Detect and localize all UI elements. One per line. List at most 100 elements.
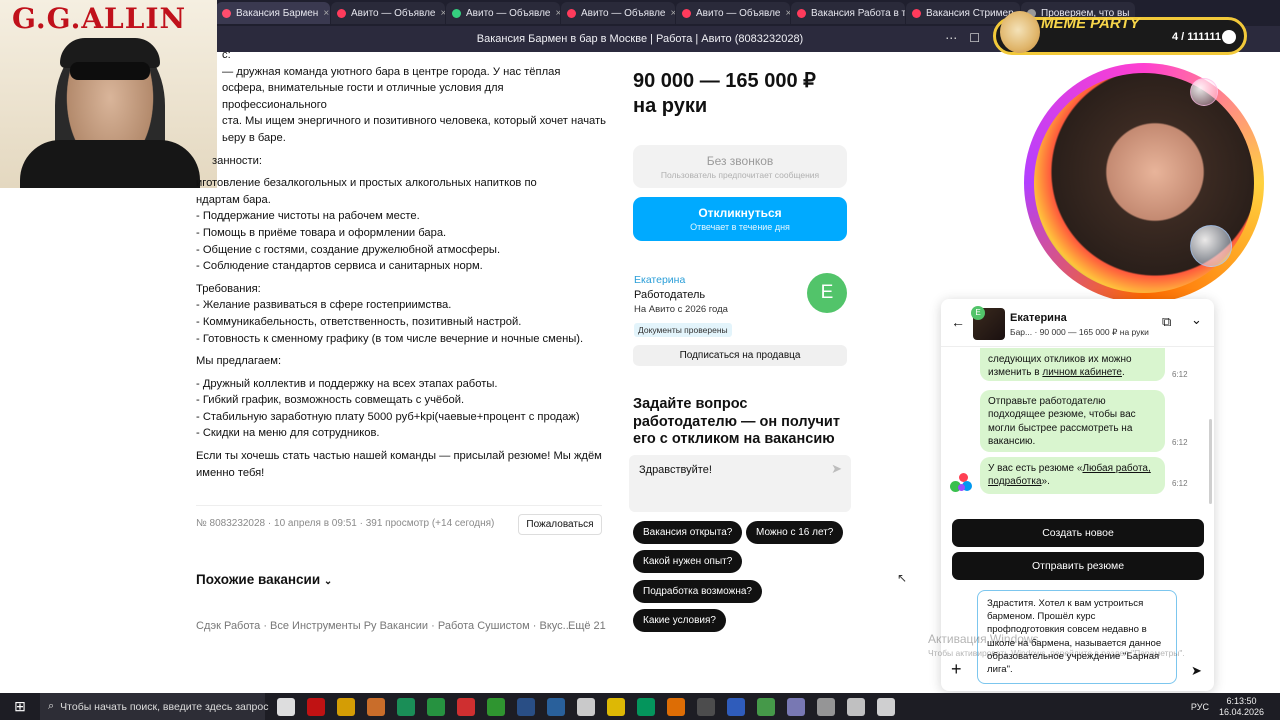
quick-question-chip[interactable]: Какие условия? — [633, 609, 726, 632]
browser-tab[interactable]: Авито — Объявле × — [446, 2, 560, 24]
browser-tab[interactable]: Вакансия Бармен × — [216, 2, 330, 24]
taskbar-app-icon[interactable] — [517, 697, 535, 716]
description-line: ста. Мы ищем энергичного и позитивного ч… — [222, 115, 606, 128]
mouse-cursor-icon: ↖ — [897, 571, 908, 585]
clock-date: 16.04.2026 — [1218, 706, 1264, 717]
duty-item: - Общение с гостями, создание дружелюбно… — [196, 243, 501, 256]
browser-tab[interactable]: Авито — Объявле × — [676, 2, 790, 24]
ask-heading-line: его с откликом на вакансию — [633, 431, 835, 448]
create-new-button[interactable]: Создать новое — [952, 519, 1204, 547]
message-line: следующих откликов их можно — [988, 354, 1132, 365]
close-icon[interactable]: × — [555, 8, 560, 19]
tab-favicon-icon — [797, 8, 806, 18]
tab-label: Вакансия Стример, — [926, 7, 1017, 19]
close-icon[interactable]: × — [670, 8, 675, 19]
more-icon[interactable]: ⋯ — [945, 31, 957, 45]
language-indicator[interactable]: РУС — [1191, 702, 1209, 712]
seller-since: На Авито с 2026 года — [634, 304, 728, 315]
more-links[interactable]: Ещё 21 — [568, 620, 606, 632]
taskbar-app-icon[interactable] — [817, 697, 835, 716]
plus-icon[interactable]: + — [951, 659, 962, 680]
taskbar-app-icon[interactable] — [277, 697, 295, 716]
system-tray: РУС 6:13:50 16.04.2026 — [1191, 696, 1280, 718]
offer-heading: Мы предлагаем: — [196, 355, 282, 368]
question-input[interactable]: Здравствуйте! ➤ — [629, 455, 851, 512]
browser-tab[interactable]: Авито — Объявле × — [331, 2, 445, 24]
bubble-decoration — [1190, 225, 1232, 267]
scrollbar[interactable] — [1209, 419, 1212, 504]
closing-line: именно тебя! — [196, 466, 265, 479]
tab-label: Вакансия Работа в т — [811, 7, 905, 19]
taskbar-search[interactable]: ⌕ Чтобы начать поиск, введите здесь запр… — [40, 693, 269, 720]
taskbar: ⊞ ⌕ Чтобы начать поиск, введите здесь за… — [0, 693, 1280, 720]
similar-vacancies-toggle[interactable]: Похожие вакансии ⌄ — [196, 572, 332, 587]
taskbar-app-icon[interactable] — [427, 697, 445, 716]
taskbar-app-icon[interactable] — [577, 697, 595, 716]
quick-question-chip[interactable]: Подработка возможна? — [633, 580, 762, 603]
avito-logo-icon — [950, 473, 972, 495]
quick-question-chip[interactable]: Вакансия открыта? — [633, 521, 743, 544]
taskbar-app-icon[interactable] — [457, 697, 475, 716]
quick-question-chip[interactable]: Какой нужен опыт? — [633, 550, 743, 573]
tab-label: Авито — Объявле — [351, 7, 436, 19]
similar-label: Похожие вакансии — [196, 572, 321, 587]
ad-meta-line: № 8083232028 · 10 апреля в 09:51 · 391 п… — [196, 518, 495, 529]
chat-subtitle: Бар... · 90 000 — 165 000 ₽ на руки — [1010, 327, 1149, 337]
respond-button[interactable]: Откликнуться Отвечает в течение дня — [633, 197, 847, 241]
taskbar-app-icon[interactable] — [307, 697, 325, 716]
requirement-item: - Желание развиваться в сфере гостеприим… — [196, 299, 452, 312]
taskbar-app-icon[interactable] — [607, 697, 625, 716]
taskbar-app-icon[interactable] — [727, 697, 745, 716]
taskbar-app-icon[interactable] — [847, 697, 865, 716]
description-line: осфера, внимательные гости и отличные ус… — [222, 82, 504, 111]
taskbar-app-icon[interactable] — [787, 697, 805, 716]
duty-item: - Помощь в приёме товара и оформлении ба… — [196, 226, 447, 239]
subscribe-button[interactable]: Подписаться на продавца — [633, 345, 847, 366]
windows-start-icon[interactable]: ⊞ — [0, 698, 40, 715]
chevron-down-icon[interactable]: ⌄ — [1191, 312, 1202, 328]
similar-links[interactable]: Сдэк Работа · Все Инструменты Ру Ваканси… — [196, 620, 572, 632]
jacket-shape — [20, 140, 200, 188]
close-icon[interactable]: × — [323, 8, 329, 19]
search-placeholder: Чтобы начать поиск, введите здесь запрос — [60, 700, 269, 713]
ask-heading-line: Задайте вопрос — [633, 396, 748, 412]
taskbar-app-icon[interactable] — [757, 697, 775, 716]
complain-button[interactable]: Пожаловаться — [518, 514, 602, 535]
taskbar-app-icon[interactable] — [667, 697, 685, 716]
description-line: — дружная команда уютного бара в центре … — [222, 65, 561, 78]
cabinet-link[interactable]: личном кабинете — [1042, 367, 1122, 378]
send-resume-button[interactable]: Отправить резюме — [952, 552, 1204, 580]
tab-favicon-icon — [222, 8, 231, 18]
description-line: с: — [222, 49, 231, 61]
search-icon: ⌕ — [48, 700, 55, 712]
browser-tab[interactable]: Авито — Объявле × — [561, 2, 675, 24]
taskbar-app-icon[interactable] — [337, 697, 355, 716]
taskbar-app-icon[interactable] — [367, 697, 385, 716]
taskbar-app-icon[interactable] — [697, 697, 715, 716]
send-icon[interactable]: ➤ — [1191, 663, 1202, 679]
offer-item: - Гибкий график, возможность совмещать с… — [196, 394, 465, 407]
browser-tab[interactable]: Вакансия Работа в т× — [791, 2, 905, 24]
close-icon[interactable]: × — [785, 8, 790, 19]
ask-heading-line: работодателю — он получит — [633, 413, 840, 430]
seller-avatar[interactable]: Е — [807, 273, 847, 313]
close-icon[interactable]: × — [440, 8, 445, 19]
taskbar-app-icon[interactable] — [487, 697, 505, 716]
open-external-icon[interactable]: ⧉ — [1162, 314, 1171, 330]
back-arrow-icon[interactable]: ← — [951, 314, 965, 330]
taskbar-app-icon[interactable] — [397, 697, 415, 716]
offer-item: - Скидки на меню для сотрудников. — [196, 427, 380, 440]
streamer-webcam — [1024, 63, 1264, 303]
taskbar-app-icon[interactable] — [637, 697, 655, 716]
quick-question-chip[interactable]: Можно с 16 лет? — [746, 521, 844, 544]
docs-badge: Документы проверены — [634, 323, 732, 337]
duty-item: - Поддержание чистоты на рабочем месте. — [196, 210, 420, 223]
taskbar-app-icon[interactable] — [877, 697, 895, 716]
taskbar-app-icon[interactable] — [547, 697, 565, 716]
chat-header: ← Е Екатерина Бар... · 90 000 — 165 000 … — [941, 299, 1214, 347]
bookmark-icon[interactable]: ☐ — [969, 31, 980, 45]
seller-name[interactable]: Екатерина — [634, 274, 685, 286]
message-text: У вас есть резюме « — [988, 463, 1083, 474]
no-calls-sub: Пользователь предпочитает сообщения — [660, 170, 820, 180]
send-icon[interactable]: ➤ — [831, 461, 842, 477]
